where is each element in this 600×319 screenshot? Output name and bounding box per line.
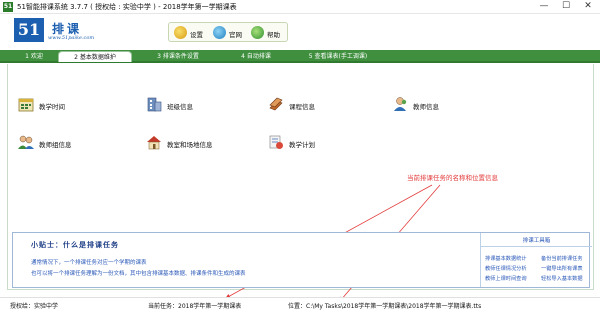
module-label: 教学时间 — [39, 103, 65, 111]
logo: 51 排课 www.51paike.com — [14, 18, 144, 44]
task-toolbox: 排课工具箱 排课基本数据统计 备份当前排课任务 教师任课情况分析 一键导出所有课… — [480, 233, 592, 287]
link-teacher-analysis[interactable]: 教师任课情况分析 — [485, 265, 527, 272]
task-toolbox-heading: 排课工具箱 — [481, 236, 592, 247]
status-authorized: 授权给：实验中学 — [10, 303, 59, 310]
tips-panel: 小贴士：什么是排课任务 通常情况下，一个排课任务对应一个学期的课表 也可以将一个… — [12, 232, 592, 288]
help-icon — [251, 26, 264, 39]
minimize-button[interactable]: — — [534, 0, 554, 14]
module-label: 班级信息 — [167, 103, 193, 111]
tips-line-1: 通常情况下，一个排课任务对应一个学期的课表 — [31, 260, 147, 266]
help-label: 帮助 — [267, 31, 280, 39]
settings-label: 设置 — [190, 31, 203, 39]
plan-icon — [269, 135, 283, 149]
globe-icon — [213, 26, 226, 39]
status-location: 位置：C:\My Tasks\2018学年第一学期课表\2018学年第一学期课表… — [288, 303, 482, 310]
status-current-task: 当前任务：2018学年第一学期课表 — [148, 303, 242, 310]
annotation-text: 当前排课任务的名称和位置信息 — [407, 174, 498, 182]
tips-line-2: 也可以将一个排课任务理解为一份文档，其中包含排课基本数据、排课条件和生成的课表 — [31, 271, 246, 277]
close-button[interactable]: ✕ — [578, 0, 598, 14]
building-icon — [147, 97, 162, 112]
app-icon: 51 — [3, 2, 13, 12]
title-bar: 51 51智能排课系统 3.7.7 ( 授权给 : 实验中学 ) - 2018学… — [0, 0, 600, 14]
link-data-statistics[interactable]: 排课基本数据统计 — [485, 255, 527, 262]
tab-basic-data[interactable]: 2 基本数据维护 — [58, 51, 132, 62]
module-label: 教室和场地信息 — [167, 141, 213, 149]
logo-number: 51 — [14, 18, 44, 42]
module-label: 教师信息 — [413, 103, 439, 111]
calendar-icon — [18, 98, 34, 112]
tab-view-timetable[interactable]: 5 查看课表(手工调课) — [290, 51, 386, 62]
gear-icon — [174, 26, 187, 39]
school-house-icon — [147, 136, 161, 150]
status-bar: 授权给：实验中学 当前任务：2018学年第一学期课表 位置：C:\My Task… — [0, 297, 600, 311]
tab-auto-schedule[interactable]: 4 自动排课 — [226, 51, 286, 62]
teacher-icon — [394, 97, 407, 111]
website-label: 官网 — [229, 31, 242, 39]
link-backup-task[interactable]: 备份当前排课任务 — [541, 255, 583, 262]
books-icon — [269, 97, 283, 111]
module-label: 教师组信息 — [39, 141, 72, 149]
tab-conditions[interactable]: 3 排课条件设置 — [134, 51, 222, 62]
module-label: 课程信息 — [289, 103, 315, 111]
tips-heading: 小贴士：什么是排课任务 — [31, 241, 119, 249]
toolbar: 设置 官网 帮助 — [168, 22, 288, 42]
group-icon — [18, 135, 34, 149]
link-teacher-time-query[interactable]: 教师上课时间查询 — [485, 275, 527, 282]
module-label: 教学计划 — [289, 141, 315, 149]
tab-bar: 1 欢迎 2 基本数据维护 3 排课条件设置 4 自动排课 5 查看课表(手工调… — [0, 50, 600, 63]
link-export-all[interactable]: 一键导出所有课表 — [541, 265, 583, 272]
window-title: 51智能排课系统 3.7.7 ( 授权给 : 实验中学 ) - 2018学年第一… — [17, 3, 237, 11]
logo-url: www.51paike.com — [48, 35, 95, 41]
maximize-button[interactable]: ☐ — [556, 0, 576, 14]
link-import-data[interactable]: 轻松导入基本数据 — [541, 275, 583, 282]
tab-welcome[interactable]: 1 欢迎 — [16, 51, 52, 62]
